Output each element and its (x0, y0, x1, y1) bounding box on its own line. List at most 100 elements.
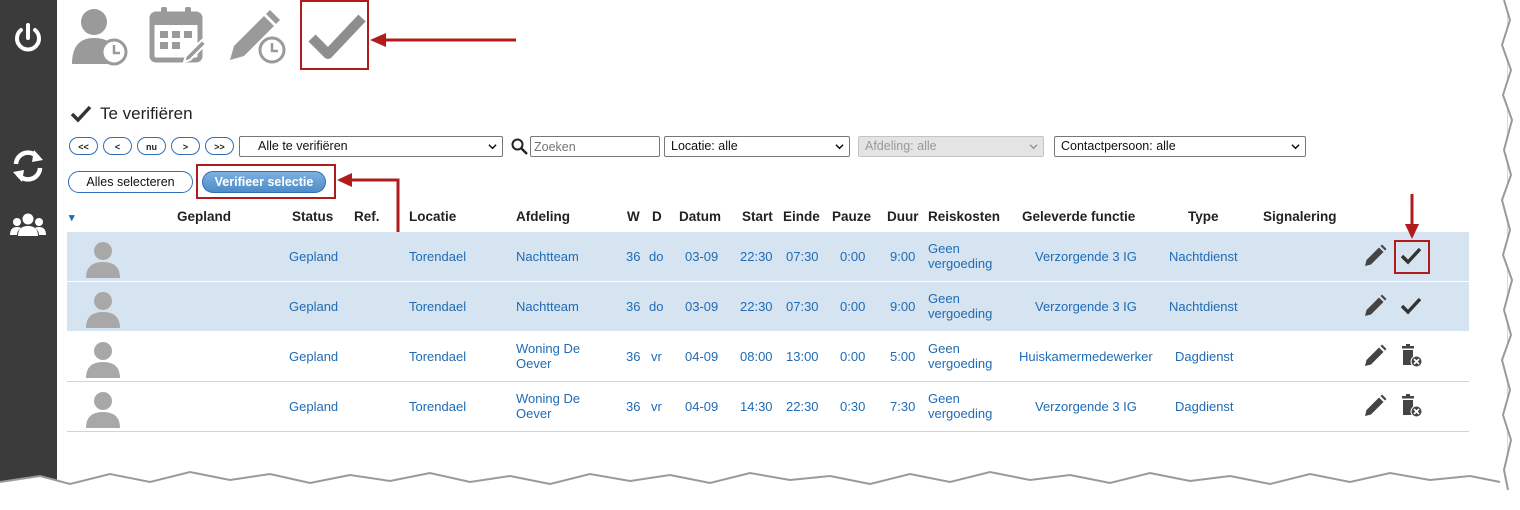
cell-week: 36 (626, 399, 641, 414)
col-header-type[interactable]: Type (1188, 209, 1219, 224)
cell-locatie[interactable]: Torendael (409, 249, 466, 264)
cell-datum: 04-09 (685, 349, 719, 364)
cell-type[interactable]: Nachtdienst (1169, 299, 1238, 314)
cell-afdeling[interactable]: Nachtteam (516, 249, 616, 264)
search-icon (511, 138, 528, 155)
cell-start: 08:00 (740, 349, 773, 364)
contact-select[interactable]: Contactpersoon: alle (1054, 136, 1306, 157)
delete-icon[interactable] (1399, 344, 1423, 368)
annotation-arrow (1405, 194, 1419, 239)
avatar-icon (86, 292, 120, 328)
cell-type[interactable]: Nachtdienst (1169, 249, 1238, 264)
col-header-status[interactable]: Status (292, 209, 333, 224)
cell-status[interactable]: Gepland (289, 399, 338, 414)
cell-day: do (649, 249, 664, 264)
cell-type[interactable]: Dagdienst (1175, 349, 1234, 364)
avatar-icon (86, 242, 120, 278)
checkmark-icon[interactable] (1399, 294, 1423, 318)
cell-status[interactable]: Gepland (289, 349, 338, 364)
search-input[interactable] (530, 136, 660, 157)
cell-afdeling[interactable]: Woning De Oever (516, 391, 596, 421)
callout-box-row-verify (1394, 240, 1430, 274)
edit-pencil-icon[interactable] (1363, 294, 1387, 318)
cell-duur: 9:00 (890, 249, 916, 264)
calendar-grid-icon[interactable] (146, 4, 210, 68)
cell-type[interactable]: Dagdienst (1175, 399, 1234, 414)
person-clock-icon[interactable] (68, 4, 132, 68)
nav-now-button[interactable]: nu (137, 137, 166, 155)
edit-pencil-icon[interactable] (1363, 344, 1387, 368)
cell-afdeling[interactable]: Nachtteam (516, 299, 616, 314)
cell-week: 36 (626, 249, 641, 264)
col-header-start[interactable]: Start (742, 209, 773, 224)
nav-first-button[interactable]: << (69, 137, 98, 155)
checkmark-icon (70, 105, 92, 123)
pencil-clock-icon[interactable] (224, 4, 288, 68)
cell-functie[interactable]: Verzorgende 3 IG (1035, 299, 1137, 314)
table-row[interactable]: Gepland Torendael Woning De Oever 36 vr … (67, 332, 1469, 382)
cell-day: vr (651, 349, 662, 364)
cell-datum: 03-09 (685, 299, 719, 314)
location-select[interactable]: Locatie: alle (664, 136, 850, 157)
nav-prev-button[interactable]: < (103, 137, 132, 155)
delete-icon[interactable] (1399, 394, 1423, 418)
cell-status[interactable]: Gepland (289, 299, 338, 314)
location-select-value: Locatie: alle (671, 139, 738, 153)
select-all-button[interactable]: Alles selecteren (68, 171, 193, 193)
refresh-icon[interactable] (8, 146, 48, 186)
cell-status[interactable]: Gepland (289, 249, 338, 264)
cell-functie[interactable]: Verzorgende 3 IG (1035, 249, 1137, 264)
edit-pencil-icon[interactable] (1363, 394, 1387, 418)
col-header-einde[interactable]: Einde (783, 209, 820, 224)
cell-reiskosten[interactable]: Geen vergoeding (928, 391, 998, 421)
cell-start: 14:30 (740, 399, 773, 414)
col-header-locatie[interactable]: Locatie (409, 209, 456, 224)
annotation-arrow (370, 33, 516, 47)
col-header-pauze[interactable]: Pauze (832, 209, 871, 224)
cell-locatie[interactable]: Torendael (409, 399, 466, 414)
users-icon[interactable] (8, 206, 48, 246)
cell-datum: 04-09 (685, 399, 719, 414)
cell-start: 22:30 (740, 249, 773, 264)
cell-reiskosten[interactable]: Geen vergoeding (928, 291, 998, 321)
col-header-week[interactable]: W (627, 209, 640, 224)
verify-filter-select[interactable]: Alle te verifiëren (239, 136, 503, 157)
col-header-gepland[interactable]: Gepland (177, 209, 231, 224)
cell-reiskosten[interactable]: Geen vergoeding (928, 341, 998, 371)
edit-pencil-icon[interactable] (1363, 244, 1387, 268)
cell-start: 22:30 (740, 299, 773, 314)
chevron-down-icon (1291, 144, 1300, 150)
table-row[interactable]: Gepland Torendael Woning De Oever 36 vr … (67, 382, 1469, 432)
cell-datum: 03-09 (685, 249, 719, 264)
cell-afdeling[interactable]: Woning De Oever (516, 341, 596, 371)
cell-locatie[interactable]: Torendael (409, 299, 466, 314)
col-header-ref[interactable]: Ref. (354, 209, 380, 224)
torn-edge-right (1500, 0, 1520, 510)
cell-einde: 07:30 (786, 299, 819, 314)
cell-reiskosten[interactable]: Geen vergoeding (928, 241, 998, 271)
nav-last-button[interactable]: >> (205, 137, 234, 155)
table-row[interactable]: Gepland Torendael Nachtteam 36 do 03-09 … (67, 282, 1469, 332)
section-title-text: Te verifiëren (100, 104, 193, 123)
cell-pauze: 0:00 (840, 249, 866, 264)
cell-functie[interactable]: Huiskamermedewerker (1019, 349, 1153, 364)
cell-einde: 07:30 (786, 249, 819, 264)
col-header-signalering[interactable]: Signalering (1263, 209, 1337, 224)
table-row[interactable]: Gepland Torendael Nachtteam 36 do 03-09 … (67, 232, 1469, 282)
torn-edge-bottom (0, 470, 1520, 510)
cell-locatie[interactable]: Torendael (409, 349, 466, 364)
sort-indicator[interactable]: ▾ (69, 211, 75, 224)
chevron-down-icon (835, 144, 844, 150)
cell-week: 36 (626, 349, 641, 364)
nav-next-button[interactable]: > (171, 137, 200, 155)
col-header-day[interactable]: D (652, 209, 662, 224)
power-icon[interactable] (8, 18, 48, 58)
cell-functie[interactable]: Verzorgende 3 IG (1035, 399, 1137, 414)
col-header-functie[interactable]: Geleverde functie (1022, 209, 1135, 224)
col-header-datum[interactable]: Datum (679, 209, 721, 224)
cell-pauze: 0:00 (840, 299, 866, 314)
col-header-afdeling[interactable]: Afdeling (516, 209, 570, 224)
chevron-down-icon (1029, 144, 1038, 150)
col-header-duur[interactable]: Duur (887, 209, 919, 224)
col-header-reiskosten[interactable]: Reiskosten (928, 209, 1000, 224)
